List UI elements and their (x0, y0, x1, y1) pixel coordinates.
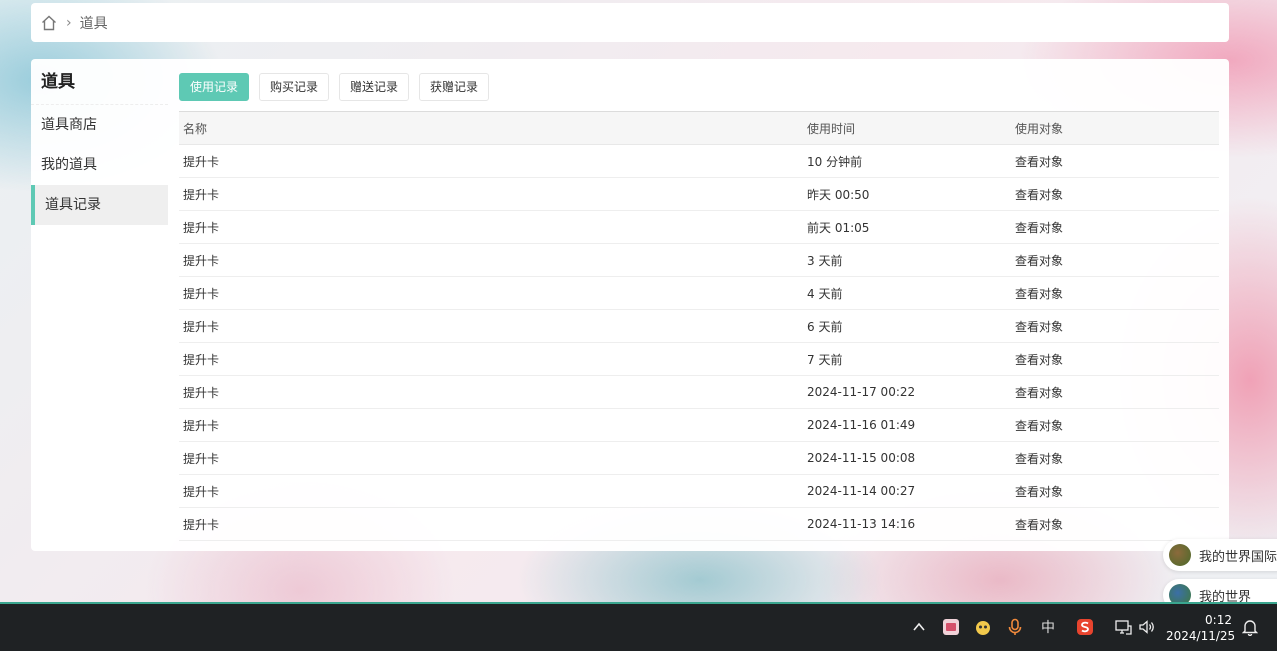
view-target-link[interactable]: 查看对象 (1011, 243, 1219, 277)
table-row: 提升卡 7 天前 查看对象 (179, 342, 1219, 376)
use-time-cell: 2024-11-17 00:22 (803, 375, 1011, 409)
view-target-link[interactable]: 查看对象 (1011, 507, 1219, 541)
item-name-cell: 提升卡 (179, 243, 803, 277)
use-time-cell: 3 天前 (803, 243, 1011, 277)
use-time-cell: 2024-11-16 01:49 (803, 408, 1011, 442)
main-panel: 道具 道具商店 我的道具 道具记录 使用记录 购买记录 赠送记录 获赠记录 名称… (31, 59, 1229, 551)
sogou-input-icon[interactable] (1075, 617, 1095, 637)
item-name-cell: 提升卡 (179, 144, 803, 178)
item-name-cell: 提升卡 (179, 309, 803, 343)
sidebar-item-records[interactable]: 道具记录 (31, 185, 168, 225)
view-target-link[interactable]: 查看对象 (1011, 474, 1219, 508)
view-target-link[interactable]: 查看对象 (1011, 144, 1219, 178)
use-time-cell: 2024-11-15 00:08 (803, 441, 1011, 475)
table-row: 提升卡 3 天前 查看对象 (179, 243, 1219, 277)
record-tabs: 使用记录 购买记录 赠送记录 获赠记录 (179, 73, 490, 101)
view-target-link[interactable]: 查看对象 (1011, 375, 1219, 409)
table-row: 提升卡 2024-11-13 14:16 查看对象 (179, 507, 1219, 541)
table-row: 提升卡 前天 01:05 查看对象 (179, 210, 1219, 244)
microphone-icon[interactable] (1005, 617, 1025, 637)
item-name-cell: 提升卡 (179, 408, 803, 442)
taskbar: 中 0:12 2024/11/25 (0, 602, 1277, 651)
volume-icon[interactable] (1137, 617, 1157, 637)
floating-chip-minecraft-intl[interactable]: 我的世界国际 (1163, 539, 1277, 571)
tab-use-records[interactable]: 使用记录 (179, 73, 250, 101)
home-icon[interactable] (40, 14, 58, 32)
tab-purchase-records[interactable]: 购买记录 (259, 73, 330, 101)
item-name-cell: 提升卡 (179, 177, 803, 211)
view-target-link[interactable]: 查看对象 (1011, 177, 1219, 211)
table-row: 提升卡 昨天 00:50 查看对象 (179, 177, 1219, 211)
clock-date: 2024/11/25 (1166, 629, 1236, 643)
table-row: 提升卡 2024-11-17 00:22 查看对象 (179, 375, 1219, 409)
sidebar: 道具 道具商店 我的道具 道具记录 (31, 59, 168, 551)
sidebar-item-shop[interactable]: 道具商店 (31, 105, 168, 145)
table-row: 提升卡 4 天前 查看对象 (179, 276, 1219, 310)
notification-bell-icon[interactable] (1240, 617, 1260, 637)
item-name-cell: 提升卡 (179, 210, 803, 244)
view-target-link[interactable]: 查看对象 (1011, 309, 1219, 343)
breadcrumb-current: 道具 (79, 15, 108, 32)
clock[interactable]: 0:12 2024/11/25 (1166, 612, 1236, 644)
table-row: 提升卡 2024-11-16 01:49 查看对象 (179, 408, 1219, 442)
item-name-cell: 提升卡 (179, 342, 803, 376)
view-target-link[interactable]: 查看对象 (1011, 210, 1219, 244)
tab-received-records[interactable]: 获赠记录 (419, 73, 490, 101)
app-tray-icon[interactable] (941, 617, 961, 637)
chevron-up-icon[interactable] (909, 617, 929, 637)
use-time-cell: 4 天前 (803, 276, 1011, 310)
chip-label: 我的世界国际 (1199, 549, 1277, 565)
view-target-link[interactable]: 查看对象 (1011, 441, 1219, 475)
use-time-cell: 前天 01:05 (803, 210, 1011, 244)
breadcrumb: › 道具 (31, 3, 1229, 42)
table-row: 提升卡 10 分钟前 查看对象 (179, 144, 1219, 178)
game-tray-icon[interactable] (973, 617, 993, 637)
view-target-link[interactable]: 查看对象 (1011, 342, 1219, 376)
avatar (1169, 544, 1191, 566)
table-row: 提升卡 2024-11-14 00:27 查看对象 (179, 474, 1219, 508)
use-time-cell: 6 天前 (803, 309, 1011, 343)
use-time-cell: 2024-11-13 14:16 (803, 507, 1011, 541)
item-name-cell: 提升卡 (179, 507, 803, 541)
chevron-right-icon: › (66, 14, 72, 31)
item-name-cell: 提升卡 (179, 441, 803, 475)
sidebar-item-my-items[interactable]: 我的道具 (31, 145, 168, 185)
records-table: 名称 使用时间 使用对象 提升卡 10 分钟前 查看对象 提升卡 昨天 00:50 查看对… (179, 111, 1219, 541)
view-target-link[interactable]: 查看对象 (1011, 276, 1219, 310)
column-header-name: 名称 (179, 111, 803, 145)
use-time-cell: 昨天 00:50 (803, 177, 1011, 211)
ime-mode-label[interactable]: 中 (1038, 617, 1058, 637)
network-icon[interactable] (1113, 617, 1133, 637)
item-name-cell: 提升卡 (179, 474, 803, 508)
item-name-cell: 提升卡 (179, 375, 803, 409)
table-header-row: 名称 使用时间 使用对象 (179, 111, 1219, 145)
view-target-link[interactable]: 查看对象 (1011, 408, 1219, 442)
table-row: 提升卡 6 天前 查看对象 (179, 309, 1219, 343)
item-name-cell: 提升卡 (179, 276, 803, 310)
column-header-time: 使用时间 (803, 111, 1011, 145)
use-time-cell: 7 天前 (803, 342, 1011, 376)
sidebar-title: 道具 (31, 59, 168, 105)
table-row: 提升卡 2024-11-15 00:08 查看对象 (179, 441, 1219, 475)
tab-gift-records[interactable]: 赠送记录 (339, 73, 410, 101)
clock-time: 0:12 (1205, 613, 1232, 627)
use-time-cell: 2024-11-14 00:27 (803, 474, 1011, 508)
use-time-cell: 10 分钟前 (803, 144, 1011, 178)
column-header-target: 使用对象 (1011, 111, 1219, 145)
